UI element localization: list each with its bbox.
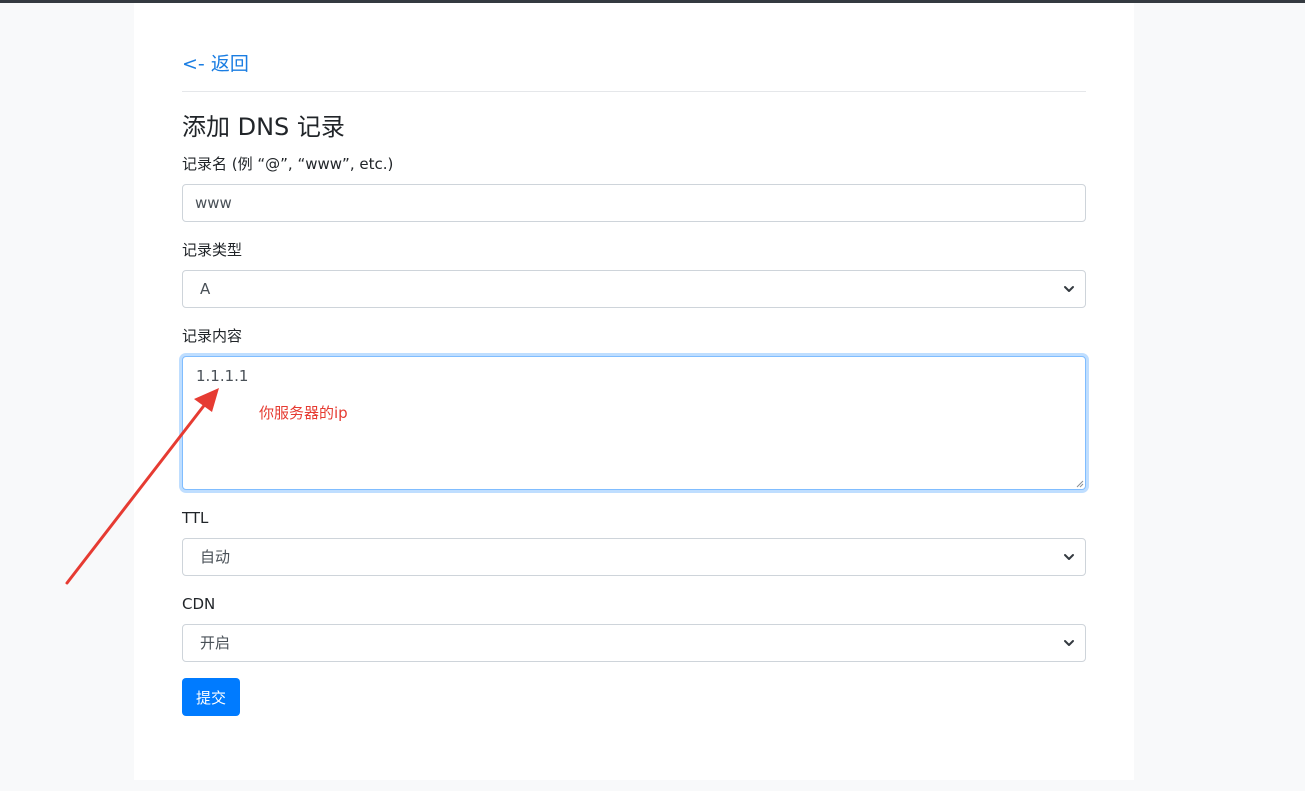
record-type-value: A xyxy=(200,280,211,298)
cdn-select[interactable]: 开启 xyxy=(182,624,1086,662)
ttl-value: 自动 xyxy=(200,548,231,566)
record-type-label: 记录类型 xyxy=(182,241,243,259)
divider xyxy=(182,91,1086,92)
back-link[interactable]: <- 返回 xyxy=(182,51,249,77)
record-type-select[interactable]: A xyxy=(182,270,1086,308)
chevron-down-icon xyxy=(1064,286,1074,292)
chevron-down-icon xyxy=(1064,554,1074,560)
chevron-down-icon xyxy=(1064,640,1074,646)
submit-button[interactable]: 提交 xyxy=(182,678,240,716)
record-name-input[interactable]: www xyxy=(182,184,1086,222)
cdn-value: 开启 xyxy=(200,634,231,652)
page-title: 添加 DNS 记录 xyxy=(182,113,345,141)
ttl-select[interactable]: 自动 xyxy=(182,538,1086,576)
record-content-textarea[interactable]: 1.1.1.1 xyxy=(182,356,1086,490)
record-content-value: 1.1.1.1 xyxy=(196,367,249,385)
record-content-label: 记录内容 xyxy=(182,327,243,345)
record-name-label: 记录名 (例 “@”, “www”, etc.) xyxy=(182,155,394,173)
annotation-text: 你服务器的ip xyxy=(259,404,348,422)
ttl-label: TTL xyxy=(182,509,209,527)
resize-grip-icon[interactable] xyxy=(1075,479,1084,488)
cdn-label: CDN xyxy=(182,595,216,613)
